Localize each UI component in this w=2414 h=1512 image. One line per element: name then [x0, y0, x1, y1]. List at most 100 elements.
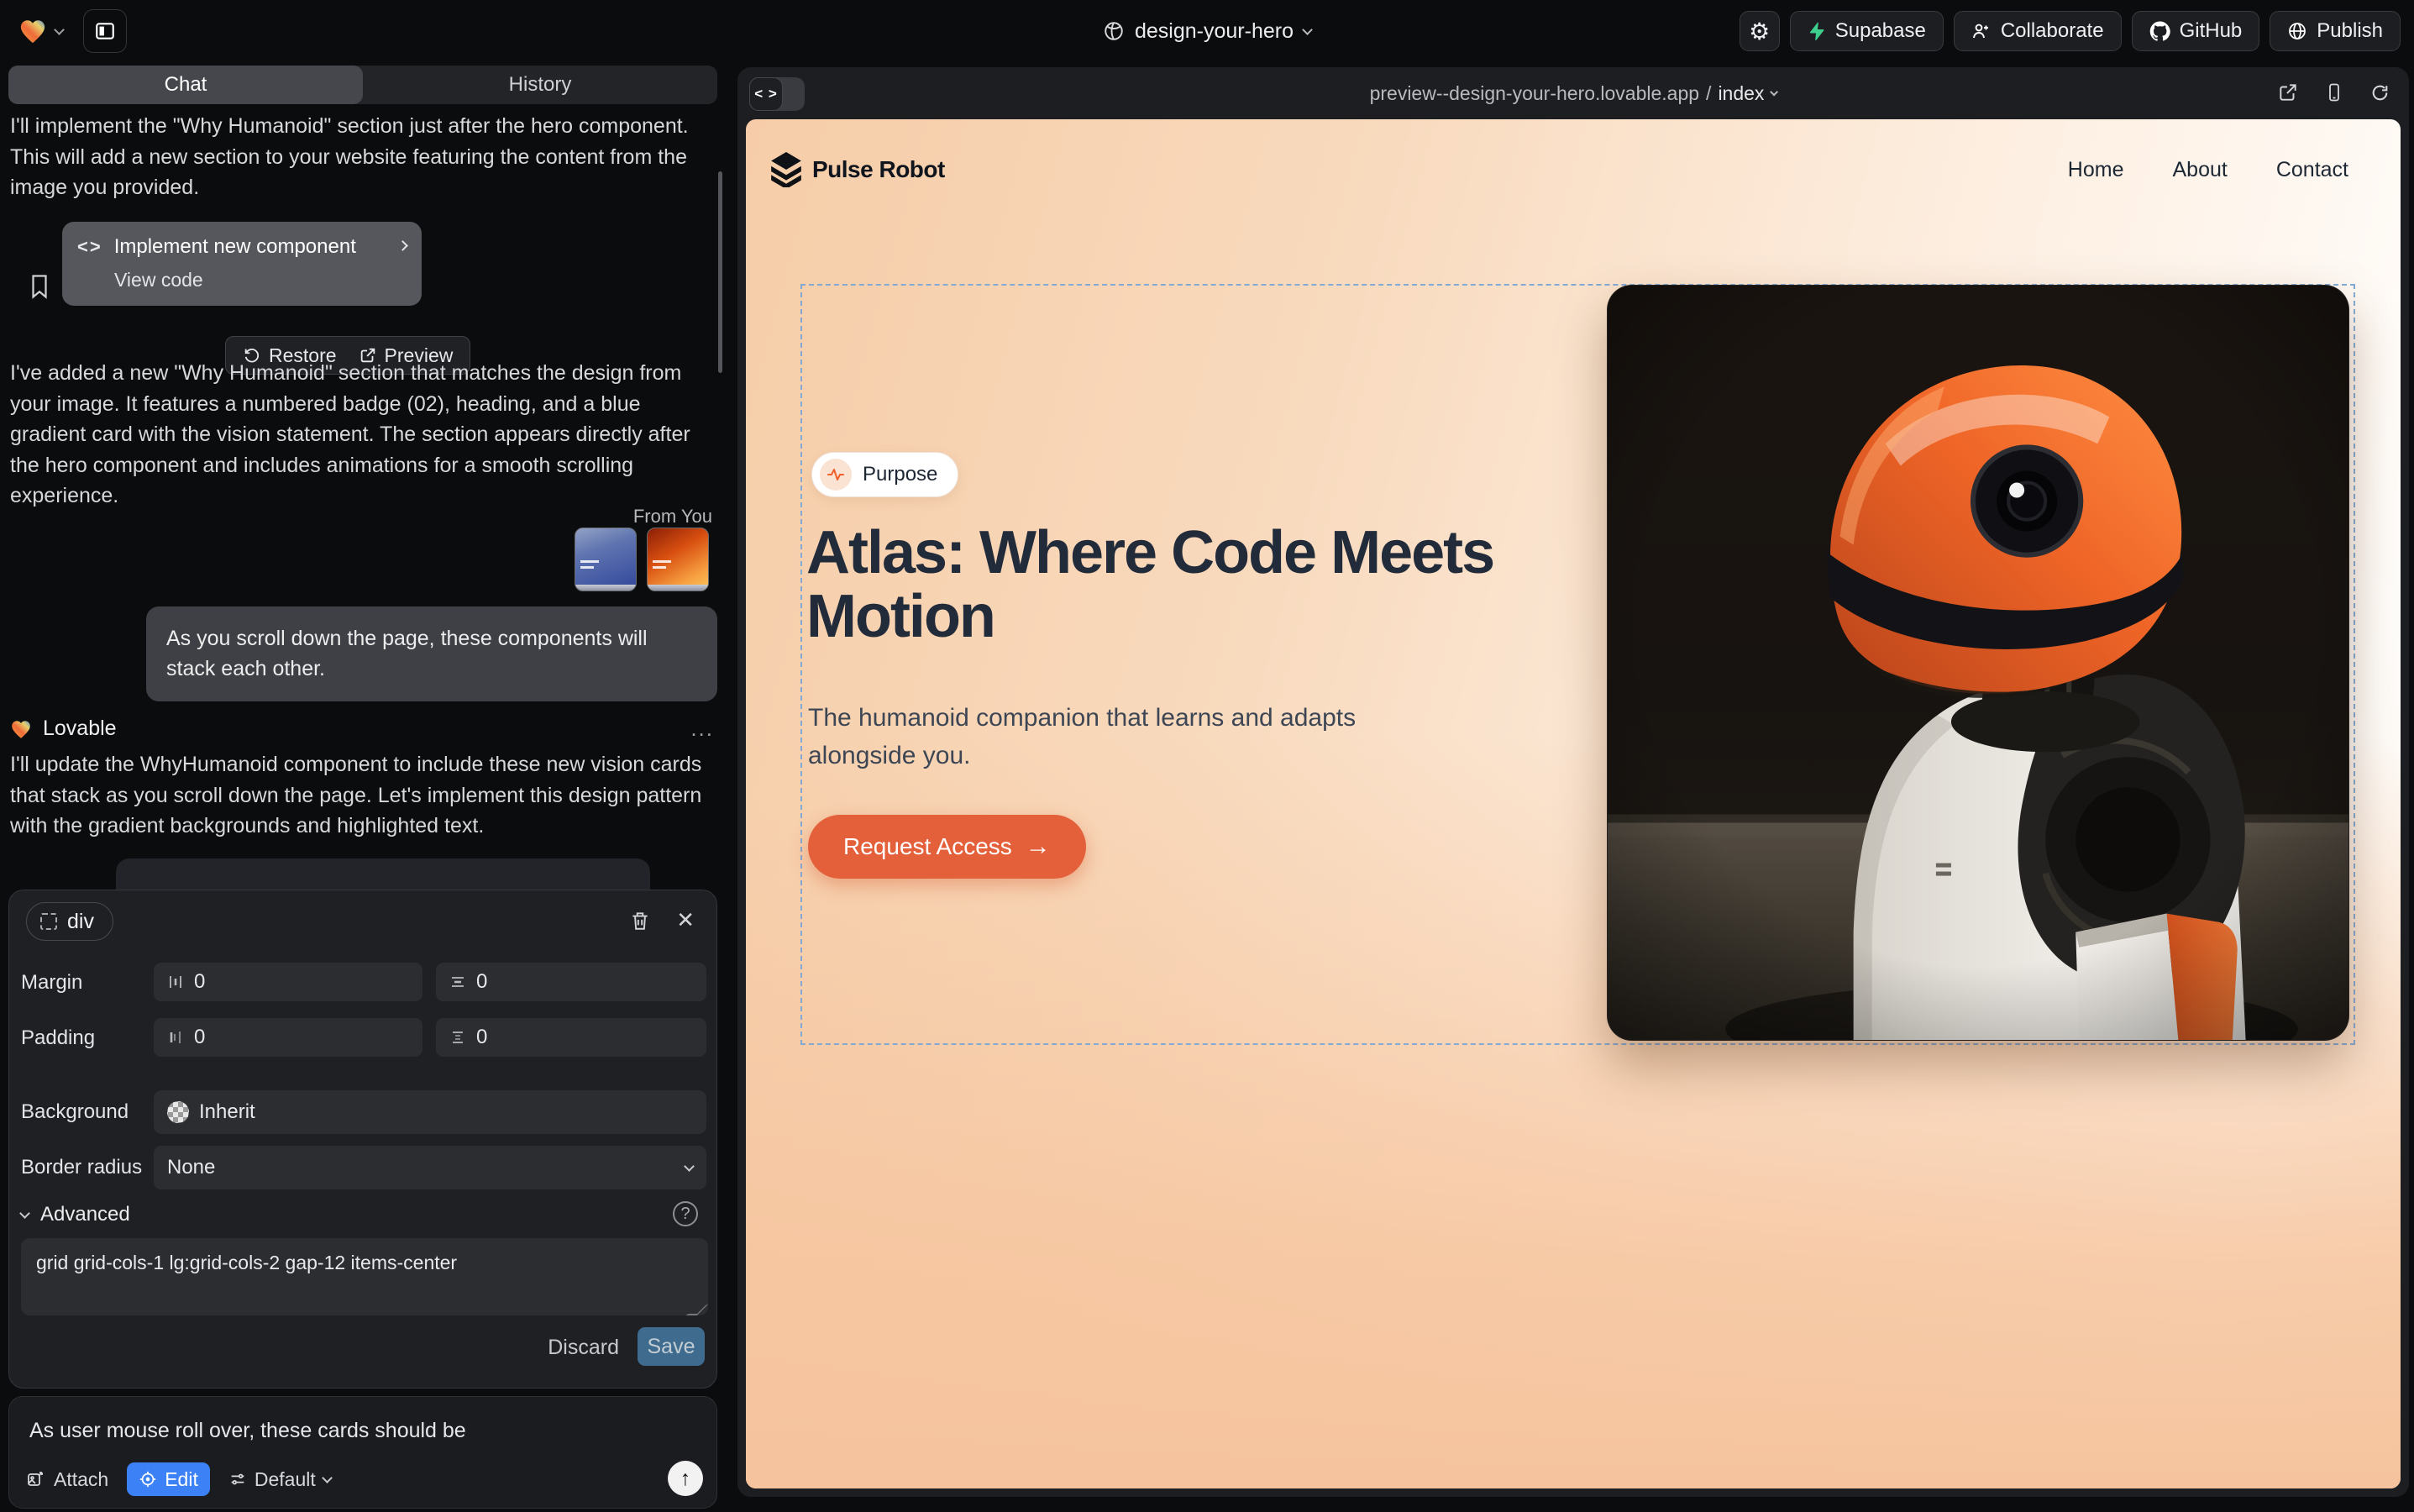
- assistant-message-2: I've added a new "Why Humanoid" section …: [10, 358, 714, 512]
- project-name: design-your-hero: [1135, 19, 1294, 44]
- chat-composer[interactable]: As user mouse roll over, these cards sho…: [8, 1396, 717, 1509]
- composer-input[interactable]: As user mouse roll over, these cards sho…: [29, 1419, 466, 1443]
- advanced-classes-textarea[interactable]: grid grid-cols-1 lg:grid-cols-2 gap-12 i…: [21, 1238, 708, 1315]
- message-menu-button[interactable]: ...: [690, 716, 714, 742]
- chat-scrollbar[interactable]: [718, 171, 722, 373]
- close-panel-button[interactable]: ✕: [676, 907, 695, 933]
- selected-element-chip[interactable]: div: [26, 902, 113, 941]
- pulse-icon: [820, 459, 852, 491]
- pulse-robot-logo-icon: [771, 152, 801, 187]
- margin-y-value: 0: [476, 970, 487, 994]
- save-button[interactable]: Save: [638, 1327, 705, 1366]
- preview-header: < > preview--design-your-hero.lovable.ap…: [737, 67, 2409, 119]
- open-in-new-tab-button[interactable]: [2277, 81, 2299, 103]
- project-switcher[interactable]: design-your-hero: [1103, 0, 1311, 62]
- from-you-label: From You: [633, 506, 712, 528]
- preview-url[interactable]: preview--design-your-hero.lovable.app / …: [1370, 67, 1777, 119]
- collaborate-label: Collaborate: [2001, 19, 2104, 43]
- padding-y-input[interactable]: 0: [436, 1018, 706, 1057]
- transparency-swatch-icon: [167, 1101, 189, 1123]
- lovable-heart-small-icon: [10, 719, 32, 739]
- background-input[interactable]: Inherit: [154, 1090, 706, 1134]
- site-brand[interactable]: Pulse Robot: [771, 152, 945, 187]
- supabase-icon: [1808, 21, 1826, 41]
- padding-x-input[interactable]: 0: [154, 1018, 422, 1057]
- url-separator: /: [1706, 82, 1711, 105]
- purpose-badge-label: Purpose: [863, 463, 937, 486]
- delete-element-button[interactable]: [629, 909, 651, 932]
- project-globe-icon: [1103, 20, 1125, 42]
- attach-label: Attach: [54, 1468, 108, 1491]
- nav-home[interactable]: Home: [2068, 158, 2124, 182]
- hero-robot-image: [1607, 285, 2349, 1041]
- assistant-message-3: I'll update the WhyHumanoid component to…: [10, 749, 714, 842]
- padding-y-icon: [449, 1029, 466, 1046]
- code-preview-toggle[interactable]: < >: [749, 77, 805, 111]
- nav-about[interactable]: About: [2172, 158, 2227, 182]
- help-button[interactable]: ?: [673, 1201, 698, 1226]
- refresh-button[interactable]: [2369, 82, 2390, 103]
- project-chevron-icon: [1302, 24, 1313, 35]
- top-bar: design-your-hero ⚙ Supabase Collaborate …: [0, 0, 2414, 62]
- attachment-thumbnail-orange[interactable]: [647, 528, 709, 591]
- assistant-header: Lovable ...: [10, 716, 714, 742]
- toggle-sidebar-button[interactable]: [83, 9, 127, 53]
- bookmark-icon[interactable]: [29, 274, 50, 299]
- model-selector[interactable]: Default: [228, 1468, 331, 1491]
- chevron-down-icon: [19, 1208, 30, 1219]
- edit-label: Edit: [165, 1468, 198, 1491]
- edit-mode-button[interactable]: Edit: [127, 1462, 210, 1496]
- nav-contact[interactable]: Contact: [2276, 158, 2348, 182]
- lovable-heart-icon[interactable]: [18, 18, 47, 45]
- element-inspector-panel: div ✕ Margin 0 0 Padding 0: [8, 890, 717, 1389]
- chat-sidebar: Chat History I'll implement the "Why Hum…: [8, 62, 717, 1512]
- workspace-chevron-icon[interactable]: [54, 24, 65, 35]
- site-brand-name: Pulse Robot: [812, 156, 945, 183]
- attachment-thumbnail-blue[interactable]: [575, 528, 637, 591]
- preview-domain: preview--design-your-hero.lovable.app: [1370, 82, 1699, 105]
- discard-button[interactable]: Discard: [548, 1336, 619, 1360]
- component-card-title: Implement new component: [114, 235, 356, 259]
- collaborate-button[interactable]: Collaborate: [1954, 11, 2122, 51]
- tab-chat[interactable]: Chat: [8, 66, 363, 104]
- hero-subtitle: The humanoid companion that learns and a…: [808, 699, 1379, 774]
- mobile-view-button[interactable]: [2324, 81, 2344, 103]
- advanced-label: Advanced: [40, 1203, 130, 1226]
- tab-history[interactable]: History: [363, 66, 717, 104]
- external-link-icon: [2277, 81, 2299, 103]
- border-radius-value: None: [167, 1156, 215, 1179]
- github-icon: [2149, 21, 2170, 42]
- margin-x-icon: [167, 974, 184, 990]
- github-label: GitHub: [2180, 19, 2243, 43]
- element-outline-icon: [40, 913, 57, 930]
- attach-button[interactable]: Attach: [26, 1468, 108, 1491]
- request-access-label: Request Access: [843, 833, 1012, 860]
- padding-label: Padding: [21, 1026, 95, 1050]
- github-button[interactable]: GitHub: [2132, 11, 2260, 51]
- margin-y-icon: [449, 974, 466, 990]
- site-navbar: Pulse Robot Home About Contact: [746, 119, 2401, 220]
- send-arrow-icon: ↑: [680, 1467, 691, 1491]
- publish-button[interactable]: Publish: [2270, 11, 2401, 51]
- chevron-right-icon: [397, 240, 408, 251]
- element-tag: div: [67, 910, 94, 934]
- publish-label: Publish: [2317, 19, 2383, 43]
- site-preview: Pulse Robot Home About Contact Purpose A…: [746, 119, 2401, 1488]
- send-button[interactable]: ↑: [668, 1461, 703, 1496]
- padding-x-value: 0: [194, 1026, 205, 1049]
- advanced-toggle[interactable]: Advanced: [21, 1203, 130, 1226]
- assistant-message-1: I'll implement the "Why Humanoid" sectio…: [10, 111, 714, 203]
- request-access-button[interactable]: Request Access →: [808, 815, 1086, 879]
- supabase-button[interactable]: Supabase: [1790, 11, 1944, 51]
- view-code-link[interactable]: View code: [114, 269, 407, 291]
- margin-x-input[interactable]: 0: [154, 963, 422, 1001]
- code-icon: <>: [77, 236, 102, 258]
- implement-component-card[interactable]: <> Implement new component View code: [62, 222, 422, 306]
- publish-globe-icon: [2287, 21, 2307, 41]
- border-radius-select[interactable]: None: [154, 1146, 706, 1189]
- margin-y-input[interactable]: 0: [436, 963, 706, 1001]
- mode-label: Default: [255, 1468, 316, 1491]
- sliders-icon: [228, 1470, 247, 1488]
- settings-button[interactable]: ⚙: [1740, 11, 1780, 51]
- user-message: As you scroll down the page, these compo…: [146, 606, 717, 701]
